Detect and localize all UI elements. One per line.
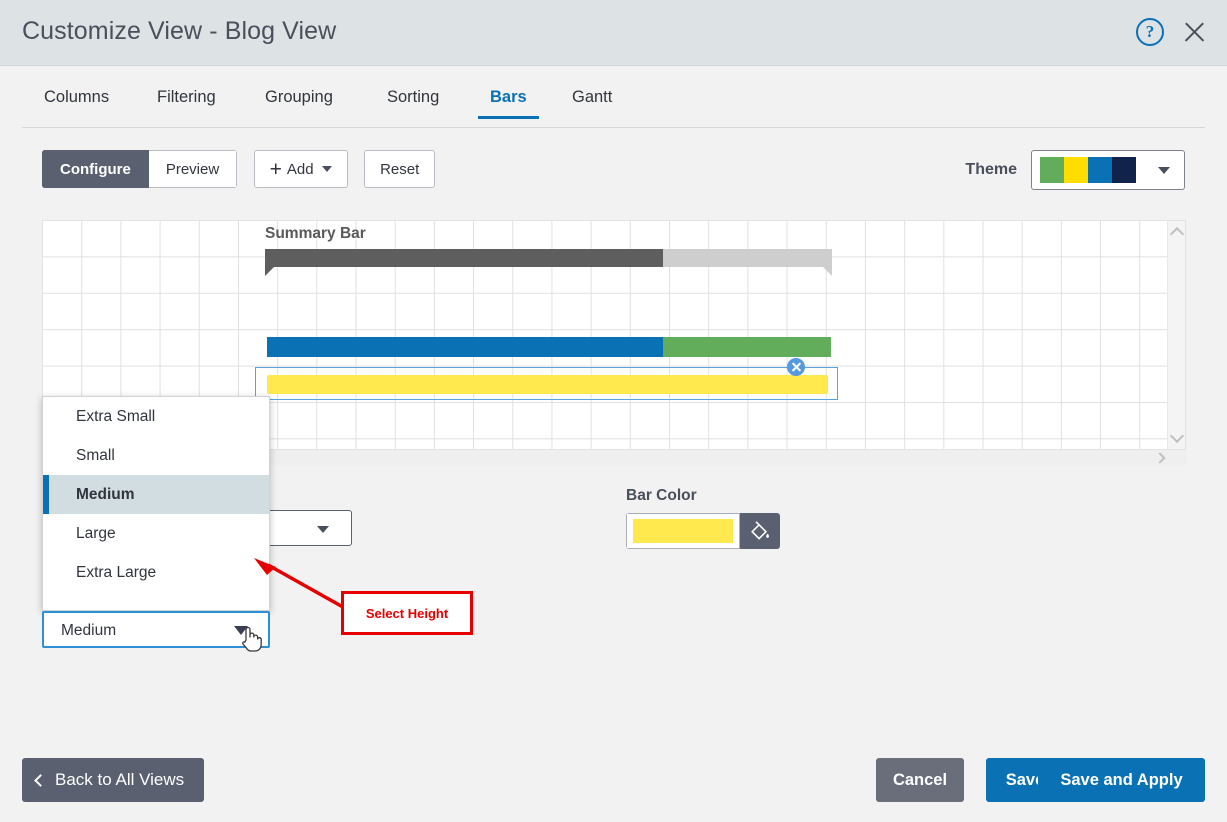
summary-bar[interactable] [265, 249, 832, 267]
theme-swatch-blue [1088, 157, 1112, 183]
theme-picker-group: Theme [965, 150, 1185, 190]
question-mark-circle-icon[interactable]: ? [1136, 18, 1164, 46]
annotation-callout: Select Height [341, 591, 473, 635]
summary-bar-remaining [663, 249, 832, 267]
tab-sorting[interactable]: Sorting [387, 88, 439, 119]
theme-select[interactable] [1031, 150, 1185, 190]
height-option-extra-large[interactable]: Extra Large [43, 553, 269, 592]
tab-bar: Columns Filtering Grouping Sorting Bars … [0, 66, 1227, 128]
summary-bar-complete [265, 249, 663, 267]
paint-bucket-icon[interactable] [740, 513, 780, 549]
close-circle-icon[interactable] [787, 358, 805, 376]
configure-preview-toggle: Configure Preview [42, 150, 237, 188]
reset-button[interactable]: Reset [364, 150, 435, 188]
height-dropdown-trigger[interactable]: Medium [42, 611, 270, 648]
tab-bars[interactable]: Bars [490, 88, 527, 119]
height-dropdown-list[interactable]: Extra Small Small Medium Large Extra Lar… [42, 396, 270, 611]
secondary-select[interactable] [256, 510, 352, 546]
configure-button[interactable]: Configure [42, 150, 149, 188]
annotation-text: Select Height [366, 606, 448, 621]
bar-color-group: Bar Color [626, 487, 780, 549]
tab-filtering[interactable]: Filtering [157, 88, 216, 119]
bar-color-current [633, 519, 733, 543]
selected-bar-frame[interactable] [255, 367, 838, 400]
selected-bar-fill [267, 375, 828, 394]
summary-bar-label: Summary Bar [265, 225, 366, 243]
summary-bar-right-tail [823, 267, 832, 276]
summary-bar-left-tail [265, 267, 274, 276]
chevron-down-icon [322, 166, 332, 172]
task-bar-remaining-segment [663, 337, 831, 357]
preview-vertical-scrollbar[interactable] [1167, 221, 1185, 450]
theme-swatch-yellow [1064, 157, 1088, 183]
dialog-footer: Back to All Views Cancel Save Save and A… [0, 744, 1227, 822]
chevron-down-icon [1158, 167, 1170, 174]
tab-divider [22, 127, 1205, 128]
bar-color-swatch[interactable] [626, 513, 740, 549]
chevron-right-icon[interactable] [1154, 452, 1165, 463]
theme-swatch-green [1040, 157, 1064, 183]
height-option-medium[interactable]: Medium [43, 475, 269, 514]
height-option-large[interactable]: Large [43, 514, 269, 553]
preview-button[interactable]: Preview [149, 150, 237, 188]
chevron-down-icon [317, 526, 329, 533]
task-bar-progress-segment [267, 337, 663, 357]
chevron-up-icon[interactable] [1170, 227, 1184, 241]
close-icon[interactable] [1179, 17, 1209, 47]
bars-toolbar: Configure Preview + Add Reset [42, 150, 435, 188]
bar-color-control[interactable] [626, 513, 780, 549]
height-option-small[interactable]: Small [43, 436, 269, 475]
save-and-apply-button[interactable]: Save and Apply [1038, 758, 1205, 802]
bar-color-label: Bar Color [626, 487, 780, 505]
dialog-titlebar: Customize View - Blog View ? [0, 0, 1227, 66]
cancel-button[interactable]: Cancel [876, 758, 964, 802]
chevron-left-icon [34, 774, 47, 787]
back-to-all-views-button[interactable]: Back to All Views [22, 758, 204, 802]
back-button-label: Back to All Views [55, 770, 184, 790]
add-button[interactable]: + Add [254, 150, 348, 188]
tab-grouping[interactable]: Grouping [265, 88, 333, 119]
tab-columns[interactable]: Columns [44, 88, 109, 119]
theme-swatch-navy [1112, 157, 1136, 183]
page-title: Customize View - Blog View [22, 17, 336, 46]
add-button-label: Add [287, 161, 314, 178]
chevron-down-icon[interactable] [1170, 429, 1184, 443]
tab-gantt[interactable]: Gantt [572, 88, 612, 119]
height-option-extra-small[interactable]: Extra Small [43, 397, 269, 436]
plus-icon: + [270, 159, 282, 180]
height-dropdown-value: Medium [61, 622, 116, 640]
customize-view-dialog: Customize View - Blog View ? Columns Fil… [0, 0, 1227, 822]
task-bar[interactable] [267, 337, 831, 357]
theme-label: Theme [965, 161, 1017, 179]
